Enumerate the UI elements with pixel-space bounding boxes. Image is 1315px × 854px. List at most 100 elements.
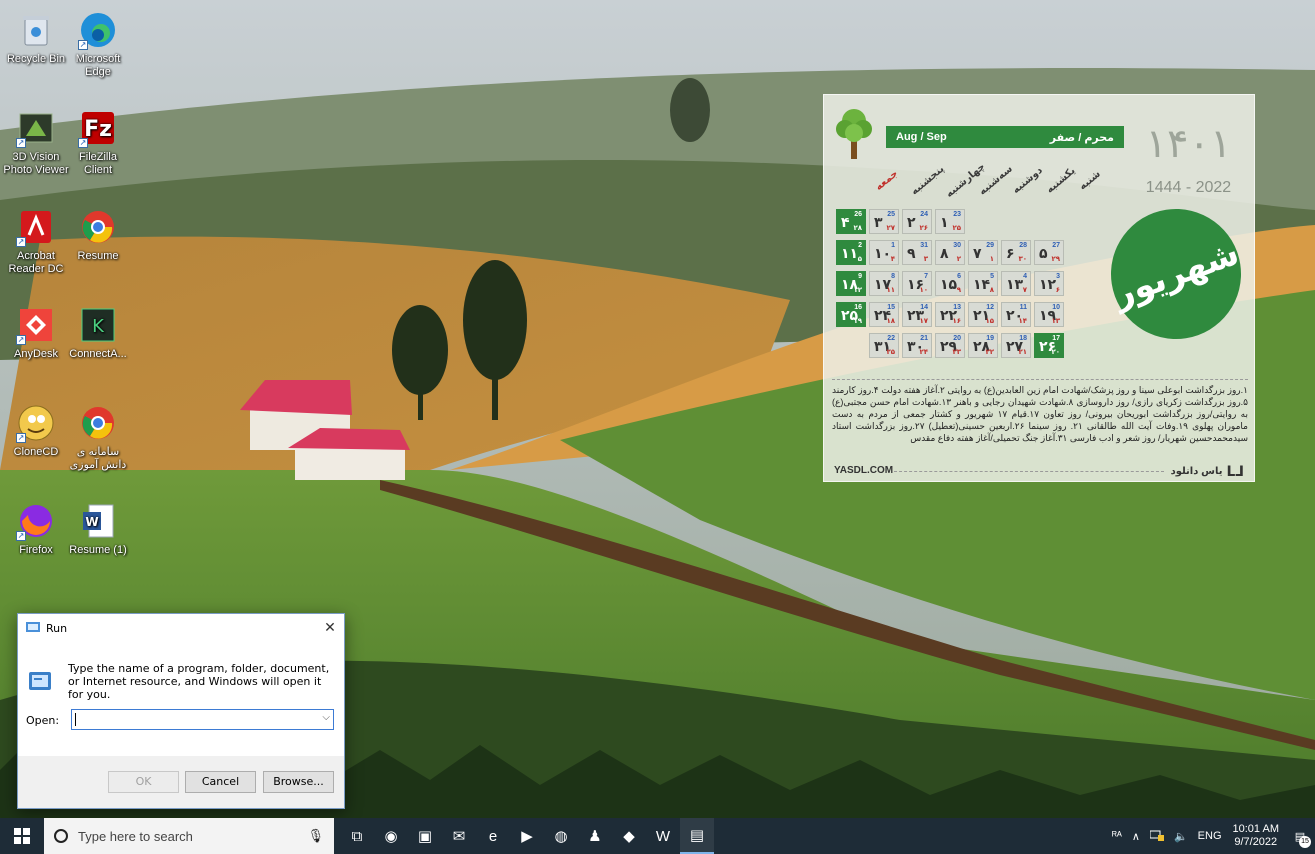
calendar-day-cell: ۲۳ 14 ۱۷ [902,302,932,327]
day-hijri: ۲۸ [853,225,862,232]
desktop-icon-acrobat[interactable]: ↗ Acrobat Reader DC [2,207,70,276]
people-icon[interactable]: ♟ [578,818,612,854]
desktop-icon-clonecd[interactable]: ↗ CloneCD [2,403,70,459]
ok-button[interactable]: OK [108,771,179,793]
media-player-icon[interactable]: ▶ [510,818,544,854]
calendar-day-cell: ۲۹ 20 ۲۳ [935,333,965,358]
svg-text:Fz: Fz [84,117,112,142]
desktop-icon-label: Recycle Bin [6,53,66,65]
day-gregorian: 3 [1056,273,1060,280]
day-gregorian: 7 [924,273,928,280]
day-hijri: ۱ [989,256,994,263]
tree-logo-icon [834,103,874,166]
desktop-icon-resume-1[interactable]: W Resume (1) [64,501,132,557]
mail-icon[interactable]: ✉ [442,818,476,854]
language-indicator[interactable]: ENG [1193,830,1227,842]
day-hijri: ۲۶ [919,225,928,232]
chrome-icon[interactable]: ◍ [544,818,578,854]
day-gregorian: 9 [858,273,862,280]
desktop-icon-firefox[interactable]: ↗ Firefox [2,501,70,557]
search-input[interactable]: Type here to search 🎙 [44,818,334,854]
chevron-up-icon[interactable]: ∧ [1127,830,1145,843]
acrobat-icon: ↗ [16,207,56,247]
store-icon[interactable]: ▣ [408,818,442,854]
connect-icon: K [78,305,118,345]
day-hijri: ۱۷ [919,318,928,325]
desktop-icon-connect[interactable]: K ConnectA... [64,305,132,361]
calendar-month-name: شهریور [1092,190,1260,358]
network-icon[interactable] [1145,829,1169,844]
start-button[interactable] [0,818,44,854]
recycle-bin-icon [16,10,56,50]
cancel-button[interactable]: Cancel [185,771,256,793]
calendar-day-cell: ۲ 24 ۲۶ [902,209,932,234]
3d-vision-icon: ↗ [16,108,56,148]
people-icon[interactable]: ᴿᴬ [1107,830,1127,842]
task-view-icon[interactable]: ⧉ [340,818,374,854]
ie-icon[interactable]: e [476,818,510,854]
desktop-icon-anydesk[interactable]: ↗ AnyDesk [2,305,70,361]
word-icon[interactable]: W [646,818,680,854]
day-gregorian: 10 [1052,304,1060,311]
day-gregorian: 24 [920,211,928,218]
close-button[interactable]: ✕ [316,614,344,642]
calendar-day-cell: ۲۶ 17 ۲۰ [1034,333,1064,358]
day-persian: ۹ [907,245,916,261]
calendar-day-cell: ۲۰ 11 ۱۴ [1001,302,1031,327]
chrome-icon [78,403,118,443]
desktop-icon-student-portal[interactable]: سامانه ی دانش آموزی [64,403,132,472]
calendar-header-bar: Aug / Sep محرم / صفر [886,126,1124,148]
browse-button[interactable]: Browse... [263,771,334,793]
day-hijri: ۳ [923,256,928,263]
anydesk-icon[interactable]: ◆ [612,818,646,854]
notification-badge: 15 [1299,836,1311,848]
calendar-day-cell: ۱ 23 ۲۵ [935,209,965,234]
calendar-day-cell: ۴ 26 ۲۸ [836,209,866,234]
day-hijri: ۲۲ [985,349,994,356]
day-persian: ۳ [874,214,883,230]
day-hijri: ۱۰ [919,287,928,294]
desktop-icon-edge[interactable]: ↗ Microsoft Edge [64,10,132,79]
day-persian: ۵ [1039,245,1048,261]
clock-date: 9/7/2022 [1234,836,1278,848]
desktop-icon-label: Microsoft Edge [75,53,121,78]
calendar-events-text: ۱.روز بزرگداشت ابوعلی سینا و روز پزشک/شه… [832,379,1248,449]
calendar-day-cell: ۲۱ 12 ۱۵ [968,302,998,327]
microphone-icon[interactable]: 🎙 [307,828,324,844]
calendar-day-cell: ۱۶ 7 ۱۰ [902,271,932,296]
calendar-day-cell: ۵ 27 ۲۹ [1034,240,1064,265]
day-hijri: ۷ [1022,287,1027,294]
calendar-gregorian-months: Aug / Sep [896,131,947,143]
day-hijri: ۱۳ [1051,318,1060,325]
calendar-day-cell: ۸ 30 ۲ [935,240,965,265]
desktop-icon-filezilla[interactable]: Fz ↗ FileZilla Client [64,108,132,177]
day-hijri: ۱۹ [853,318,862,325]
day-hijri: ۲۷ [886,225,895,232]
calendar-day-cell: ۲۴ 15 ۱۸ [869,302,899,327]
run-dialog-titlebar[interactable]: Run ✕ [18,614,344,642]
word-icon: W [78,501,118,541]
desktop-icon-recycle-bin[interactable]: Recycle Bin [2,10,70,66]
day-persian: ۱۰ [874,245,892,261]
notification-center-button[interactable]: ▤ 15 [1285,818,1315,854]
yas-logo-icon: ᒪᒧ [1226,463,1244,479]
day-gregorian: 27 [1052,242,1060,249]
chevron-down-icon[interactable]: ⌵ [322,712,330,723]
day-hijri: ۱۱ [886,287,895,294]
clock[interactable]: 10:01 AM 9/7/2022 [1227,823,1285,849]
open-input[interactable]: ⌵ [71,709,334,730]
edge-icon[interactable]: ◉ [374,818,408,854]
run-icon[interactable]: ▤ [680,818,714,854]
calendar-day-cell: ۱۱ 2 ۵ [836,240,866,265]
day-gregorian: 16 [854,304,862,311]
day-hijri: ۱۴ [1018,318,1027,325]
open-label: Open: [26,714,60,727]
volume-icon[interactable]: 🔈 [1169,830,1193,843]
calendar-day-cell: ۱۸ 9 ۱۲ [836,271,866,296]
desktop-icon-resume[interactable]: Resume [64,207,132,263]
day-gregorian: 2 [858,242,862,249]
run-program-icon [28,670,52,695]
calendar-day-cell: ۳ 25 ۲۷ [869,209,899,234]
desktop-icon-3d-vision[interactable]: ↗ 3D Vision Photo Viewer [2,108,70,177]
calendar-day-cell: ۲۷ 18 ۲۱ [1001,333,1031,358]
